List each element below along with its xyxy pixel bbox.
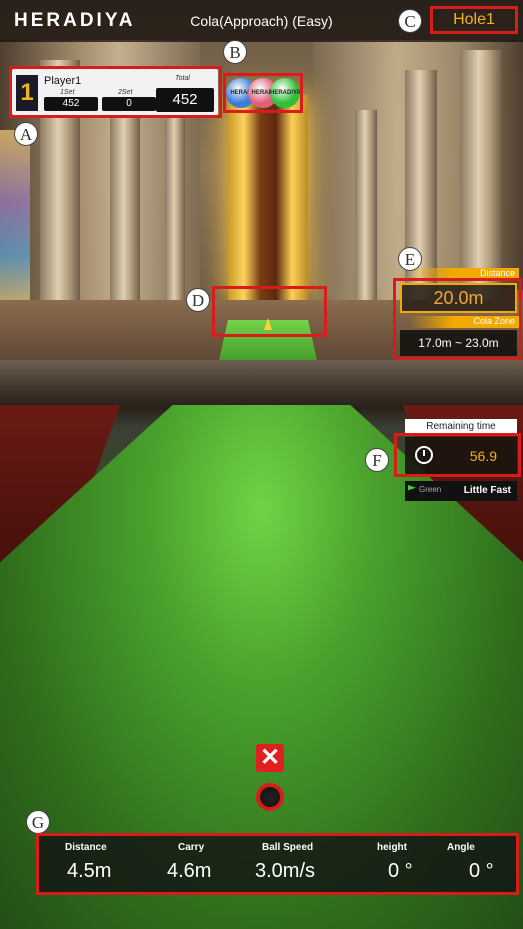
highlight-g <box>36 833 519 895</box>
pillar <box>165 110 185 300</box>
hole-indicator: Hole1 <box>430 6 518 34</box>
highlight-e <box>393 278 522 360</box>
marker-a: A <box>14 122 38 146</box>
highlight-d <box>212 286 327 337</box>
stained-glass-window <box>0 130 30 310</box>
pillar <box>355 110 377 300</box>
marker-d: D <box>186 288 210 312</box>
top-bar: HERADIYA Cola(Approach) (Easy) Hole1 <box>0 0 523 42</box>
marker-f: F <box>365 448 389 472</box>
marker-g: G <box>26 810 50 834</box>
highlight-b <box>223 73 303 113</box>
ball-icon <box>256 783 284 811</box>
flag-icon <box>408 485 416 491</box>
highlight-a <box>9 66 222 118</box>
green-label: Green <box>419 485 442 494</box>
green-speed-value: Little Fast <box>463 485 511 496</box>
marker-b: B <box>223 40 247 64</box>
golden-doorway <box>228 95 308 305</box>
highlight-f <box>394 433 521 477</box>
x-icon: ✕ <box>256 744 284 772</box>
marker-c: C <box>398 9 422 33</box>
stone-ledge <box>0 360 523 405</box>
green-speed-row: Green Little Fast <box>405 481 517 501</box>
